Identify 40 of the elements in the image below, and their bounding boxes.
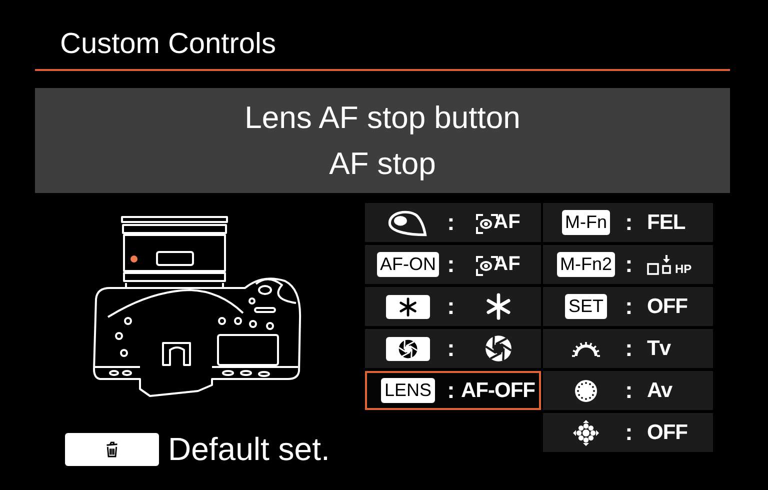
separator: : bbox=[446, 209, 456, 236]
control-row[interactable]: : Tv bbox=[543, 329, 713, 368]
control-row[interactable]: : Av bbox=[543, 371, 713, 410]
control-row[interactable]: : OFF bbox=[543, 413, 713, 452]
control-row[interactable]: M-Fn : FEL bbox=[543, 203, 713, 242]
value-text: Tv bbox=[647, 336, 671, 360]
separator: : bbox=[446, 335, 456, 362]
control-row[interactable]: : bbox=[365, 287, 541, 326]
separator: : bbox=[446, 377, 456, 404]
value-text: AF bbox=[494, 253, 520, 276]
control-row[interactable]: LENS : AF-OFF bbox=[365, 371, 541, 410]
value-text: HP bbox=[675, 262, 692, 276]
key-label: LENS bbox=[381, 378, 435, 403]
value-text: OFF bbox=[647, 420, 688, 444]
control-row[interactable]: M-Fn2 : HP bbox=[543, 245, 713, 284]
control-row[interactable]: : AF bbox=[365, 203, 541, 242]
function-name: AF stop bbox=[329, 144, 436, 182]
separator: : bbox=[624, 209, 634, 236]
separator: : bbox=[624, 377, 634, 404]
menu-title: Custom Controls bbox=[60, 28, 276, 60]
separator: : bbox=[446, 251, 456, 278]
separator: : bbox=[624, 251, 634, 278]
separator: : bbox=[624, 335, 634, 362]
separator: : bbox=[624, 419, 634, 446]
key-label: M-Fn bbox=[562, 210, 610, 235]
key-label: M-Fn2 bbox=[556, 252, 615, 277]
control-row[interactable]: : bbox=[365, 329, 541, 368]
value-text: FEL bbox=[647, 210, 686, 234]
separator: : bbox=[624, 293, 634, 320]
key-label: SET bbox=[565, 294, 606, 319]
value-text: AF bbox=[494, 211, 520, 234]
separator: : bbox=[446, 293, 456, 320]
value-text: OFF bbox=[647, 294, 688, 318]
default-set-label: Default set. bbox=[168, 431, 330, 468]
control-row[interactable]: SET : OFF bbox=[543, 287, 713, 326]
key-label: AF-ON bbox=[377, 252, 439, 277]
control-row[interactable]: AF-ON : AF bbox=[365, 245, 541, 284]
value-text: Av bbox=[647, 378, 672, 402]
value-text: AF-OFF bbox=[461, 378, 535, 402]
button-name: Lens AF stop button bbox=[244, 98, 520, 136]
